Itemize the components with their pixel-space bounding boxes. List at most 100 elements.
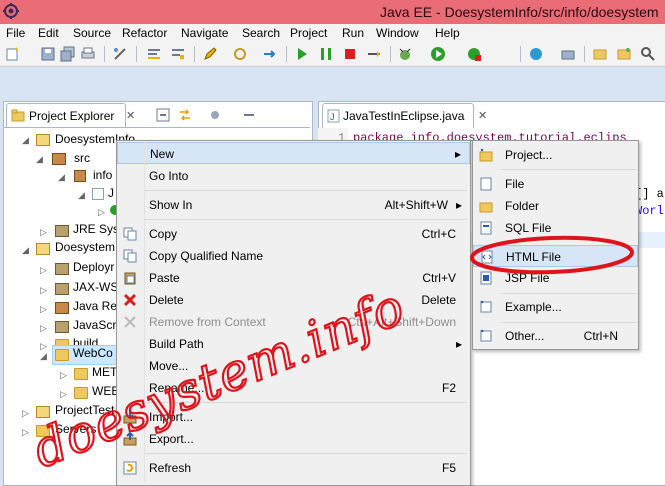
export-icon	[123, 432, 137, 446]
debug-icon[interactable]	[397, 46, 413, 62]
new-class-icon[interactable]	[528, 46, 544, 62]
menu-file[interactable]: File	[6, 26, 25, 40]
menu-item-copy[interactable]: Copy Ctrl+C	[117, 223, 470, 245]
toggle-mark-icon[interactable]	[112, 46, 128, 62]
tree-item-doesystem-web[interactable]: Doesystem	[55, 240, 115, 254]
expander-icon[interactable]: ◢	[40, 351, 47, 362]
expander-icon[interactable]: ▷	[22, 427, 29, 438]
expander-icon[interactable]: ▷	[40, 227, 47, 238]
submenu-item-example[interactable]: Example...	[473, 296, 638, 318]
submenu-item-jsp-file[interactable]: JSP File	[473, 267, 638, 289]
tab-project-explorer[interactable]: Project Explorer	[6, 103, 126, 128]
tree-item-java-file[interactable]: J	[108, 186, 114, 200]
expander-icon[interactable]: ▷	[98, 207, 105, 218]
expander-icon[interactable]: ▷	[40, 323, 47, 334]
menu-item-go-into[interactable]: Go Into	[117, 165, 470, 187]
tree-item-info[interactable]: info	[93, 168, 112, 182]
menu-refactor[interactable]: Refactor	[122, 26, 167, 40]
tab-editor-file[interactable]: J JavaTestInEclipse.java	[322, 103, 474, 128]
close-icon[interactable]: ✕	[478, 109, 487, 122]
menu-item-move[interactable]: Move...	[117, 355, 470, 377]
submenu-item-project[interactable]: Project...	[473, 144, 638, 166]
menu-item-export[interactable]: Export...	[117, 428, 470, 450]
panel-divider	[4, 127, 310, 128]
menu-item-new[interactable]: New ▸	[117, 142, 470, 164]
external-tools-icon[interactable]	[466, 46, 482, 62]
tree-item-servers[interactable]: Servers	[55, 422, 96, 436]
expander-icon[interactable]: ▷	[40, 285, 47, 296]
menu-item-delete[interactable]: Delete Delete	[117, 289, 470, 311]
submenu-item-html-file[interactable]: HTML File	[473, 245, 638, 267]
menu-edit[interactable]: Edit	[38, 26, 59, 40]
java-resources-icon	[55, 302, 69, 314]
new-server-icon[interactable]	[560, 46, 576, 62]
expander-icon[interactable]: ◢	[36, 154, 43, 165]
tree-item-javascript-resources[interactable]: JavaScri	[73, 318, 119, 332]
submenu-item-file[interactable]: File	[473, 173, 638, 195]
link-with-editor-icon[interactable]	[178, 108, 192, 122]
toolbar	[0, 42, 665, 67]
delete-icon	[123, 293, 137, 307]
expander-icon[interactable]: ◢	[58, 172, 65, 183]
nav-icon[interactable]	[262, 46, 278, 62]
tree-item-jax-ws[interactable]: JAX-WS	[73, 280, 118, 294]
tree-item-meta-inf[interactable]: MET	[92, 365, 117, 379]
menu-item-paste[interactable]: Paste Ctrl+V	[117, 267, 470, 289]
search-icon[interactable]	[640, 46, 656, 62]
edit-icon[interactable]	[202, 46, 218, 62]
tree-item-webcontent[interactable]: WebCo	[73, 346, 113, 360]
menu-item-remove-from-context[interactable]: Remove from Context Ctrl+Alt+Shift+Down	[117, 311, 470, 333]
tree-item-jre-system-library[interactable]: JRE Syst	[73, 222, 122, 236]
submenu-item-other[interactable]: Other... Ctrl+N	[473, 325, 638, 347]
expander-icon[interactable]: ▷	[60, 389, 67, 400]
collapse-all-icon[interactable]	[156, 108, 170, 122]
refresh-icon	[123, 461, 137, 475]
menu-item-import[interactable]: Import...	[117, 406, 470, 428]
expander-icon[interactable]: ▷	[40, 265, 47, 276]
open-folder-icon[interactable]	[616, 46, 632, 62]
expander-icon[interactable]: ▷	[60, 370, 67, 381]
view-menu-icon[interactable]	[208, 108, 222, 122]
menu-source[interactable]: Source	[73, 26, 111, 40]
menu-separator	[145, 453, 467, 454]
expander-icon[interactable]: ◢	[22, 245, 29, 256]
example-icon	[480, 300, 492, 313]
menu-search[interactable]: Search	[242, 26, 280, 40]
expander-icon[interactable]: ▷	[40, 304, 47, 315]
tree-item-deployment[interactable]: Deployr	[73, 260, 114, 274]
print-icon[interactable]	[80, 46, 96, 62]
menu-item-show-in[interactable]: Show In Alt+Shift+W ▸	[117, 194, 470, 216]
new-icon[interactable]	[5, 46, 21, 62]
disconnect-icon[interactable]	[366, 46, 382, 62]
submenu-item-sql-file[interactable]: SQL File	[473, 217, 638, 239]
menu-window[interactable]: Window	[376, 26, 419, 40]
filter-icon[interactable]	[170, 46, 186, 62]
terminate-icon[interactable]	[342, 46, 358, 62]
menu-run[interactable]: Run	[342, 26, 364, 40]
menu-help[interactable]: Help	[435, 26, 460, 40]
close-icon[interactable]: ✕	[126, 109, 135, 122]
expander-icon[interactable]: ◢	[22, 135, 29, 146]
save-all-icon[interactable]	[60, 46, 76, 62]
menu-project[interactable]: Project	[290, 26, 327, 40]
save-icon[interactable]	[40, 46, 56, 62]
open-type-icon[interactable]	[592, 46, 608, 62]
refresh-icon[interactable]	[232, 46, 248, 62]
menu-item-refresh[interactable]: Refresh F5	[117, 457, 470, 479]
resume-icon[interactable]	[294, 46, 310, 62]
expander-icon[interactable]: ◢	[78, 190, 85, 201]
suspend-icon[interactable]	[318, 46, 334, 62]
menu-item-copy-qualified-name[interactable]: Copy Qualified Name	[117, 245, 470, 267]
menu-item-build-path[interactable]: Build Path ▸	[117, 333, 470, 355]
code-fragment[interactable]: Worl	[635, 204, 664, 218]
menu-navigate[interactable]: Navigate	[181, 26, 228, 40]
submenu-item-folder[interactable]: Folder	[473, 195, 638, 217]
lines-icon[interactable]	[146, 46, 162, 62]
code-fragment[interactable]: [] a	[635, 187, 664, 201]
minimize-icon[interactable]	[242, 108, 256, 122]
expander-icon[interactable]: ▷	[22, 408, 29, 419]
run-icon[interactable]	[430, 46, 446, 62]
menu-item-rename[interactable]: Rename... F2	[117, 377, 470, 399]
tree-item-src[interactable]: src	[74, 151, 90, 165]
tree-item-projecttest[interactable]: ProjectTest	[55, 403, 114, 417]
